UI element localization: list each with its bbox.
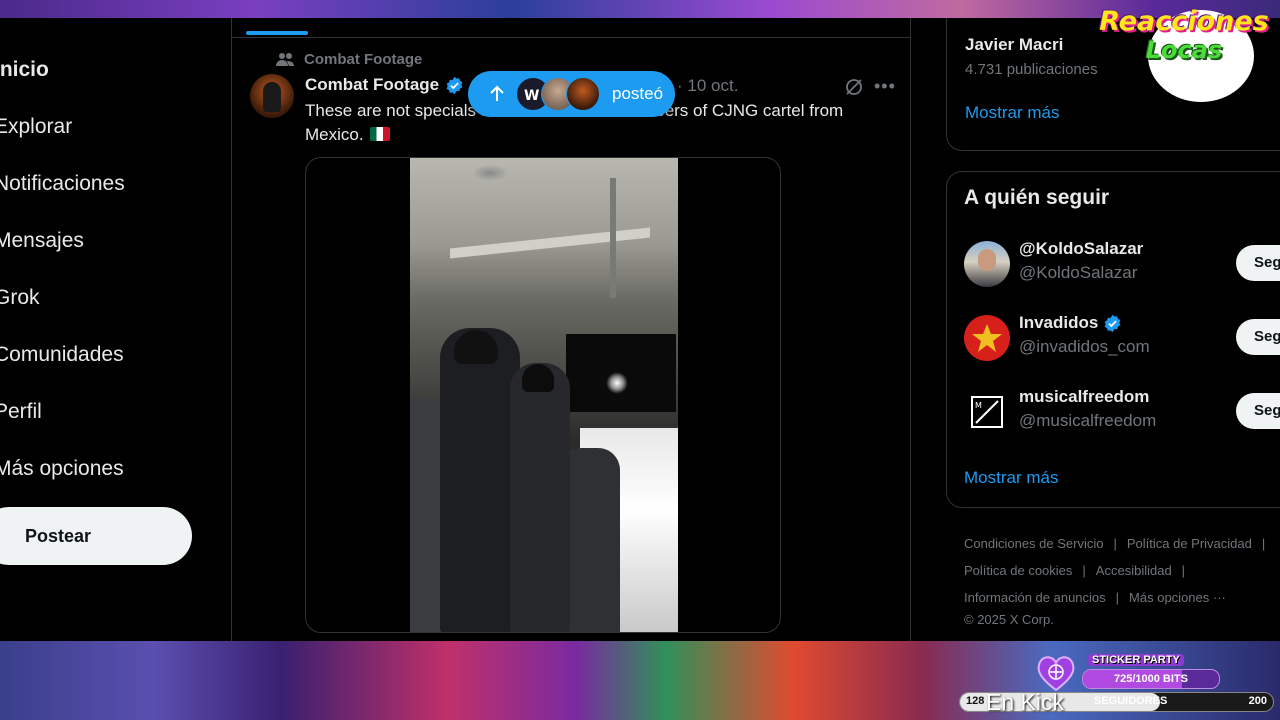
tweet-video[interactable] [305, 157, 781, 633]
user-avatar[interactable] [964, 315, 1010, 361]
footer-link-terms[interactable]: Condiciones de Servicio [964, 536, 1103, 551]
trend-post-count: 4.731 publicaciones [965, 61, 1098, 78]
user-avatar[interactable] [964, 241, 1010, 287]
user-handle: @musicalfreedom [1019, 411, 1157, 430]
who-to-follow-title: A quién seguir [964, 186, 1110, 209]
user-handle: @invadidos_com [1019, 337, 1150, 356]
tweet-date[interactable]: · 10 oct. [677, 76, 738, 96]
user-name[interactable]: @KoldoSalazar [1019, 239, 1143, 259]
logo-line2: Locas [1145, 36, 1223, 64]
logo-line1: Reacciones [1099, 6, 1269, 37]
user-name[interactable]: musicalfreedom [1019, 387, 1149, 407]
sidebar-nav: Inicio Explorar Notificaciones Mensajes … [0, 18, 232, 641]
sticker-progress-bar: 725/1000 BITS [1082, 669, 1220, 689]
arrow-up-icon [490, 85, 504, 101]
community-context[interactable]: Combat Footage [276, 51, 422, 68]
user-handle: @KoldoSalazar [1019, 263, 1138, 282]
footer-links: Condiciones de Servicio | Política de Priv… [964, 530, 1280, 629]
user-avatar[interactable]: M [964, 389, 1010, 435]
verified-badge-icon [446, 76, 463, 94]
channel-logo: Reacciones Locas [1088, 6, 1280, 65]
sticker-title: STICKER PARTY [1088, 654, 1184, 666]
trend-name[interactable]: Javier Macri [965, 35, 1063, 55]
pill-label: posteó [612, 84, 664, 103]
video-frame [410, 158, 678, 632]
follow-button[interactable]: Seg [1236, 319, 1280, 355]
heart-icon [1037, 656, 1075, 692]
svg-text:W: W [524, 88, 539, 104]
musicalfreedom-logo-icon: M [971, 396, 1003, 428]
svg-text:M: M [975, 401, 982, 410]
copyright: © 2025 X Corp. [964, 612, 1054, 627]
footer-link-more[interactable]: Más opciones ··· [1129, 590, 1226, 605]
user-name-row[interactable]: Invadidos [1019, 313, 1122, 333]
author-avatar[interactable] [250, 74, 294, 118]
community-context-label: Combat Footage [304, 51, 423, 68]
right-sidebar: Javier Macri 4.731 publicaciones Mostrar… [946, 18, 1280, 641]
post-button[interactable]: Postear [0, 507, 192, 565]
avatar [566, 77, 600, 111]
footer-link-ads[interactable]: Información de anuncios [964, 590, 1106, 605]
sticker-party-widget: STICKER PARTY 725/1000 BITS [1036, 654, 1226, 694]
followers-goal: 200 [1248, 695, 1267, 707]
nav-item-grok[interactable]: Grok [0, 286, 40, 310]
nav-item-mas-opciones[interactable]: Más opciones [0, 457, 124, 481]
new-posts-pill[interactable]: W posteó [468, 71, 675, 117]
follow-button[interactable]: Seg [1236, 393, 1280, 429]
footer-link-cookies[interactable]: Política de cookies [964, 563, 1072, 578]
nav-item-comunidades[interactable]: Comunidades [0, 343, 124, 367]
nav-item-mensajes[interactable]: Mensajes [0, 229, 84, 253]
followers-label: SEGUIDORES [1094, 695, 1168, 707]
active-tab-indicator [246, 31, 308, 35]
nav-item-perfil[interactable]: Perfil [0, 400, 42, 424]
community-icon [276, 52, 294, 66]
user-name[interactable]: Invadidos [1019, 313, 1098, 333]
follow-show-more-link[interactable]: Mostrar más [964, 468, 1058, 488]
verified-badge-icon [1105, 314, 1121, 332]
followers-current: 128 [966, 695, 985, 707]
follow-suggestion[interactable]: M musicalfreedom @musicalfreedom Seg [964, 387, 1280, 439]
kick-caption: En Kick [986, 689, 1064, 715]
author-name[interactable]: Combat Footage [305, 75, 439, 95]
nav-item-notificaciones[interactable]: Notificaciones [0, 172, 125, 196]
mexico-flag-icon [370, 127, 391, 141]
more-options-icon[interactable]: ••• [874, 76, 896, 97]
sticker-bits: 725/1000 BITS [1114, 673, 1188, 685]
follow-suggestion[interactable]: @KoldoSalazar @KoldoSalazar Seg [964, 239, 1280, 291]
grok-icon[interactable] [844, 77, 864, 97]
pill-avatars: W [516, 77, 600, 111]
trend-show-more-link[interactable]: Mostrar más [965, 103, 1059, 123]
nav-item-inicio[interactable]: Inicio [0, 58, 49, 82]
tweet-author: Combat Footage [305, 75, 464, 95]
footer-link-accessibility[interactable]: Accesibilidad [1096, 563, 1172, 578]
nav-item-explorar[interactable]: Explorar [0, 115, 72, 139]
tab-divider [232, 37, 910, 38]
footer-link-privacy[interactable]: Política de Privacidad [1127, 536, 1252, 551]
star-icon [972, 324, 1002, 352]
follow-suggestion[interactable]: Invadidos @invadidos_com Seg [964, 313, 1280, 365]
follow-button[interactable]: Seg [1236, 245, 1280, 281]
browser-capture: Inicio Explorar Notificaciones Mensajes … [0, 18, 1280, 641]
